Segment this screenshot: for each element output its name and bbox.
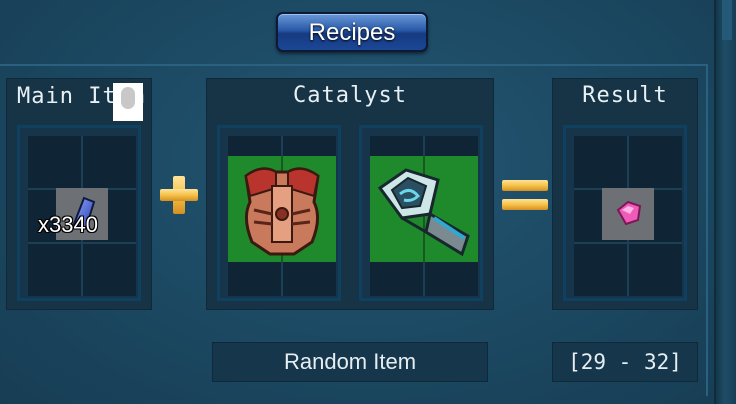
grid-cell bbox=[83, 244, 136, 296]
plus-icon bbox=[160, 176, 198, 214]
level-range-label: [29 - 32] bbox=[552, 342, 698, 382]
catalyst-slot-frame-2 bbox=[359, 125, 483, 301]
random-item-label: Random Item bbox=[212, 342, 488, 382]
grid-cell bbox=[574, 244, 627, 296]
catalyst-slot-2[interactable] bbox=[370, 156, 478, 262]
result-label: Result bbox=[582, 83, 668, 108]
jeweled-ring-icon bbox=[377, 168, 470, 257]
grid-cell bbox=[574, 136, 627, 188]
grid-cell bbox=[629, 136, 682, 188]
result-item-slot[interactable] bbox=[602, 188, 654, 240]
result-slot-frame bbox=[563, 125, 687, 301]
catalyst-panel: Catalyst bbox=[206, 78, 494, 310]
toggle-knob bbox=[121, 87, 135, 109]
result-panel: Result bbox=[552, 78, 698, 310]
catalyst-slot-frame-1 bbox=[217, 125, 341, 301]
catalyst-slot-1[interactable] bbox=[228, 156, 336, 262]
pink-gem-icon bbox=[616, 200, 642, 226]
chest-armor-icon bbox=[244, 167, 320, 256]
main-item-quantity: x3340 bbox=[38, 212, 98, 237]
main-item-toggle[interactable] bbox=[113, 83, 143, 121]
recipes-title-button[interactable]: Recipes bbox=[276, 12, 428, 52]
grid-cell bbox=[83, 136, 136, 188]
grid-cell bbox=[629, 244, 682, 296]
equals-icon bbox=[502, 180, 548, 210]
grid-cell bbox=[28, 136, 81, 188]
grid-cell bbox=[28, 244, 81, 296]
scroll-notch bbox=[722, 0, 732, 40]
main-item-panel: Main Item x3340 bbox=[6, 78, 152, 310]
window-scroll-edge bbox=[714, 0, 736, 404]
catalyst-label: Catalyst bbox=[293, 83, 407, 108]
main-item-slot-frame: x3340 bbox=[17, 125, 141, 301]
